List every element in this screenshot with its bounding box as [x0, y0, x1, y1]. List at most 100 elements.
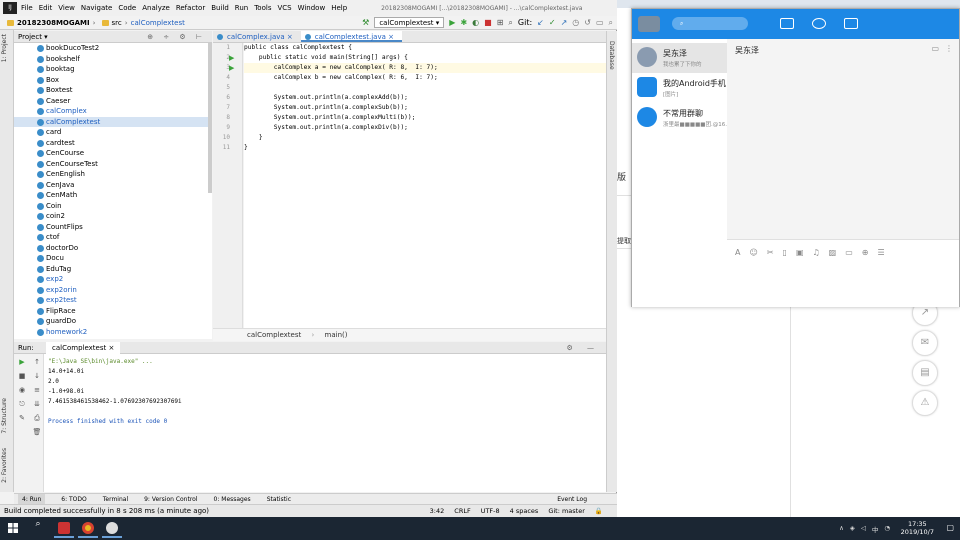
menu-refactor[interactable]: Refactor: [176, 4, 205, 12]
scroll-end-icon[interactable]: ⇊: [32, 400, 42, 408]
menu-help[interactable]: Help: [331, 4, 347, 12]
status-message[interactable]: Build completed successfully in 8 s 208 …: [4, 507, 209, 515]
qq-search-input[interactable]: ⌕: [672, 17, 748, 30]
tab-todo[interactable]: 6: TODO: [61, 494, 86, 504]
project-tree-item[interactable]: homework2: [14, 327, 212, 338]
mic-icon[interactable]: ♫: [813, 248, 820, 257]
scissors-icon[interactable]: ✂: [767, 248, 774, 257]
indent-setting[interactable]: 4 spaces: [510, 505, 539, 517]
image-icon[interactable]: ▣: [796, 248, 804, 257]
project-tree-item[interactable]: Boxtest: [14, 85, 212, 96]
menu-edit[interactable]: Edit: [39, 4, 53, 12]
project-tree-item[interactable]: bookDucoTest2: [14, 43, 212, 54]
exit-icon[interactable]: ⎋: [17, 400, 27, 408]
code-editor[interactable]: public class calComplextest { public sta…: [244, 43, 606, 328]
project-structure-icon[interactable]: ⊞: [497, 18, 504, 27]
project-tree-item[interactable]: Docu: [14, 253, 212, 264]
project-scrollbar[interactable]: [208, 43, 212, 193]
coverage-icon[interactable]: ◐: [472, 18, 479, 27]
avatar[interactable]: [638, 16, 660, 32]
rerun-icon[interactable]: ▶: [17, 358, 27, 366]
emoji-icon[interactable]: ☺: [749, 248, 757, 257]
menu-vcs[interactable]: VCS: [277, 4, 291, 12]
conversation-item[interactable]: 我的Android手机 [图片]: [632, 73, 727, 103]
project-tree-item[interactable]: Coin: [14, 201, 212, 212]
tab-structure-tool[interactable]: 7: Structure: [1, 398, 8, 434]
project-tree-item[interactable]: doctorDo: [14, 243, 212, 254]
print-icon[interactable]: ⎙: [32, 414, 42, 422]
project-tree-item[interactable]: CenEnglish: [14, 169, 212, 180]
project-tree-item[interactable]: CenMath: [14, 190, 212, 201]
project-tree-item[interactable]: guardDo: [14, 316, 212, 327]
git-push-icon[interactable]: ↗: [561, 18, 568, 27]
run-config-select[interactable]: calComplextest ▾: [374, 17, 445, 28]
breadcrumb-file[interactable]: calComplextest: [131, 19, 185, 27]
camera-icon[interactable]: ◉: [17, 386, 27, 394]
project-tree-item[interactable]: exp2: [14, 274, 212, 285]
project-tree-item[interactable]: CenCourseTest: [14, 159, 212, 170]
run-gutter-icon[interactable]: ▶: [229, 54, 234, 62]
project-panel-title[interactable]: Project: [18, 33, 42, 41]
scroll-up-icon[interactable]: ↑: [32, 358, 42, 366]
apps-icon[interactable]: [844, 18, 858, 29]
font-icon[interactable]: A: [735, 248, 740, 257]
chrome-taskbar-icon[interactable]: [78, 519, 98, 538]
project-tree-item[interactable]: calComplextest: [14, 116, 212, 127]
menu-file[interactable]: File: [21, 4, 33, 12]
git-update-icon[interactable]: ↙: [537, 18, 544, 27]
menu-tools[interactable]: Tools: [254, 4, 271, 12]
git-branch[interactable]: Git: master: [548, 505, 585, 517]
tray-app-icon[interactable]: ◔: [884, 524, 890, 534]
project-tree-item[interactable]: exp2test: [14, 295, 212, 306]
line-separator[interactable]: CRLF: [454, 505, 470, 517]
console-output[interactable]: "E:\Java SE\bin\java.exe" ... 14.0+14.0i 2…: [44, 354, 606, 492]
pin-icon[interactable]: ✎: [17, 414, 27, 422]
network-icon[interactable]: ◈: [850, 524, 855, 534]
stop-icon[interactable]: ■: [484, 18, 492, 27]
project-tree-item[interactable]: ctof: [14, 232, 212, 243]
run-config-tab[interactable]: calComplextest ×: [46, 342, 121, 354]
project-tree-item[interactable]: card: [14, 127, 212, 138]
layout-icon[interactable]: ▭: [596, 18, 604, 27]
tab-run[interactable]: 4: Run: [18, 494, 46, 504]
folder-icon[interactable]: ▭: [845, 248, 853, 257]
tab-version-control[interactable]: 9: Version Control: [144, 494, 197, 504]
project-tree-item[interactable]: Box: [14, 75, 212, 86]
build-hammer-icon[interactable]: ⚒: [362, 18, 369, 27]
windows-start-icon[interactable]: [8, 523, 18, 533]
debug-icon[interactable]: ✱: [460, 18, 467, 27]
lock-icon[interactable]: 🔒: [595, 505, 603, 517]
breadcrumb-method[interactable]: main(): [325, 331, 348, 339]
menu-code[interactable]: Code: [118, 4, 136, 12]
clear-icon[interactable]: 🗑: [32, 428, 42, 436]
stop-run-icon[interactable]: ■: [17, 372, 27, 380]
menu-run[interactable]: Run: [235, 4, 248, 12]
tray-expand-icon[interactable]: ∧: [839, 524, 844, 534]
git-commit-icon[interactable]: ✓: [549, 18, 556, 27]
qq-taskbar-icon[interactable]: [102, 519, 122, 538]
history-icon[interactable]: ☰: [878, 248, 885, 257]
project-tree-item[interactable]: coin2: [14, 211, 212, 222]
file-encoding[interactable]: UTF-8: [481, 505, 500, 517]
intellij-taskbar-icon[interactable]: [54, 519, 74, 538]
chat-video-icon[interactable]: ▭: [931, 44, 939, 53]
tab-messages[interactable]: 0: Messages: [214, 494, 251, 504]
breadcrumb-project[interactable]: 20182308MOGAMI: [17, 19, 90, 27]
menu-navigate[interactable]: Navigate: [81, 4, 112, 12]
tab-database-tool[interactable]: Database: [608, 41, 615, 70]
search-icon[interactable]: ⌕: [508, 18, 512, 28]
conversation-item[interactable]: 不常用群聊 浙里最■■■■■团.@16…: [632, 103, 731, 133]
soft-wrap-icon[interactable]: ≡: [32, 386, 42, 394]
project-tree-item[interactable]: booktag: [14, 64, 212, 75]
project-tree-item[interactable]: calComplex: [14, 106, 212, 117]
warning-icon[interactable]: ⚠: [912, 390, 938, 416]
contacts-icon[interactable]: [812, 18, 826, 29]
conversation-item[interactable]: 吴东泽 我也累了下你的: [632, 43, 727, 73]
project-tree-item[interactable]: FlipRace: [14, 306, 212, 317]
run-icon[interactable]: ▶: [449, 18, 455, 27]
run-panel-settings-icon[interactable]: ⚙ —: [566, 342, 600, 354]
comment-icon[interactable]: ▤: [912, 360, 938, 386]
tab-terminal[interactable]: Terminal: [103, 494, 128, 504]
mail-icon[interactable]: ✉: [912, 330, 938, 356]
menu-analyze[interactable]: Analyze: [142, 4, 170, 12]
